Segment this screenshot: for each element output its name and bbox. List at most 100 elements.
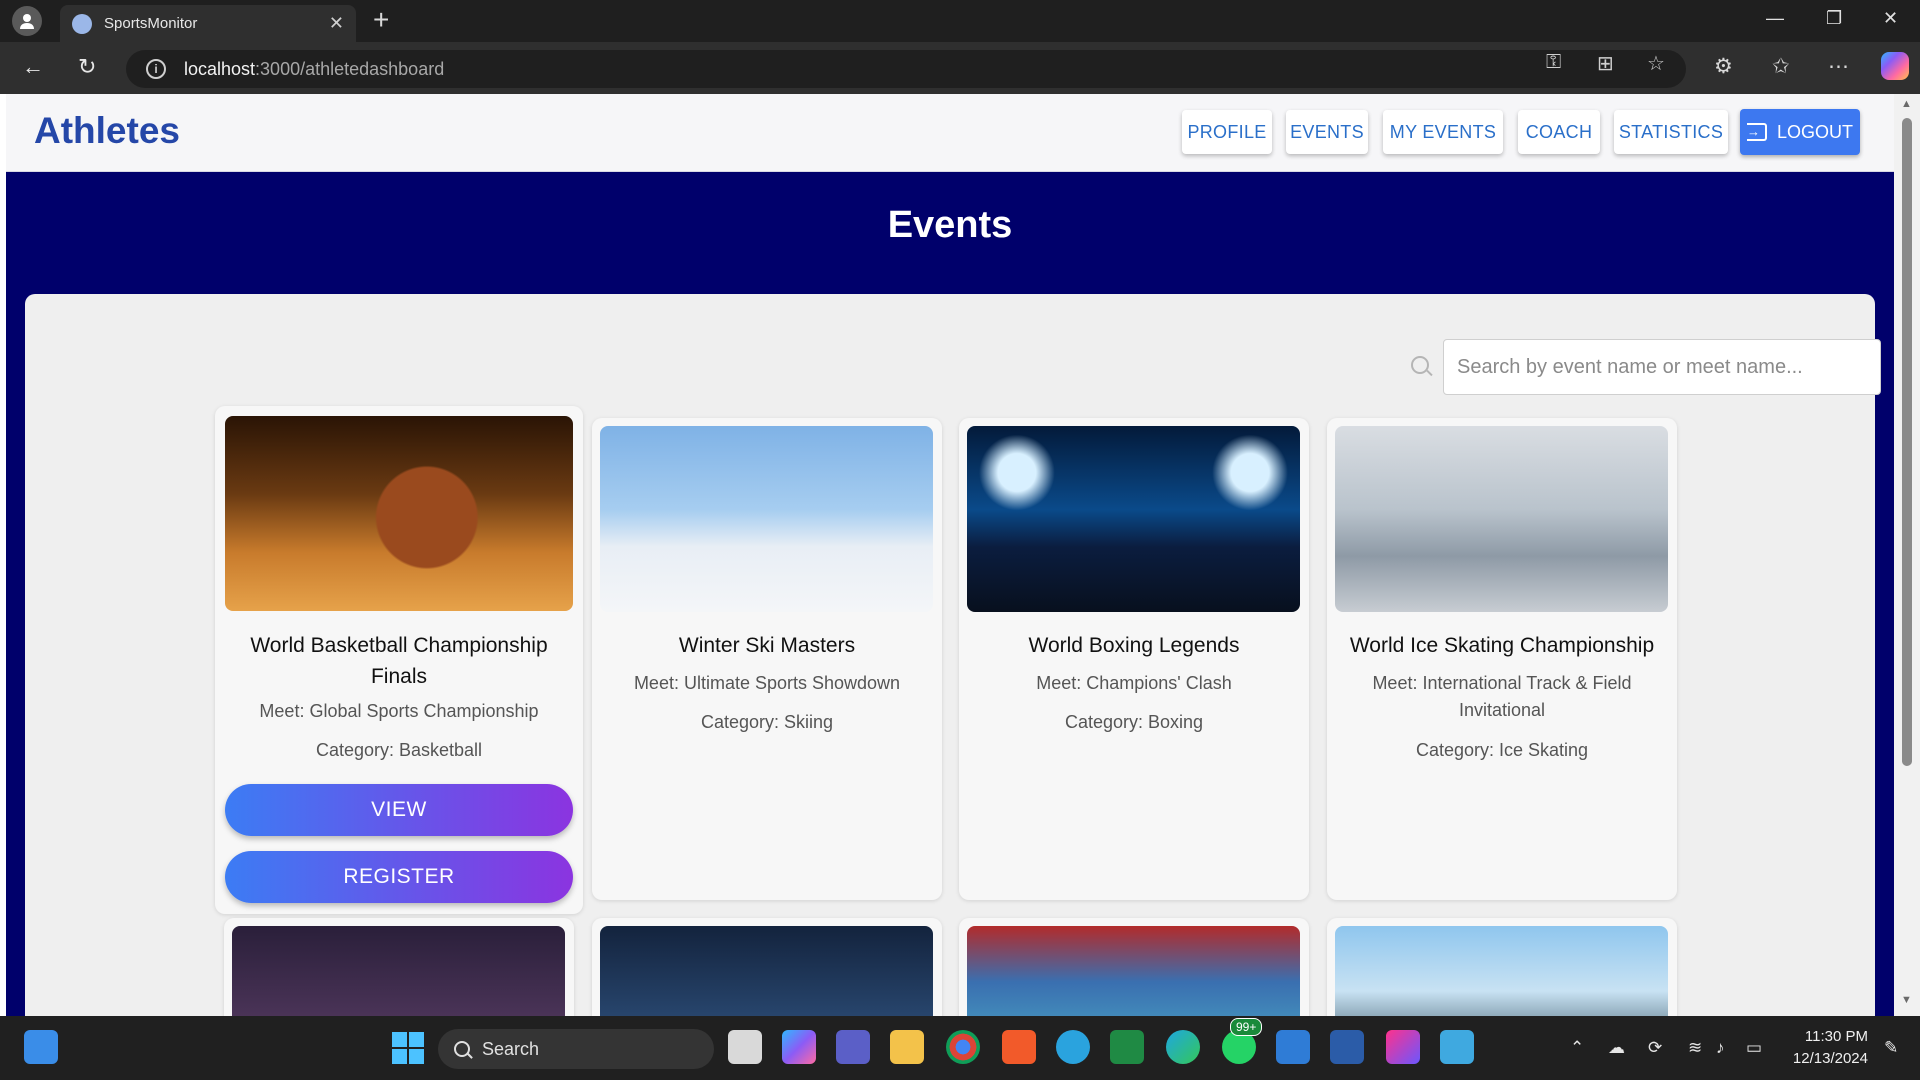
brand-title[interactable]: Athletes — [34, 110, 180, 152]
meet-icon[interactable] — [1110, 1030, 1144, 1064]
basketball-photo — [225, 416, 573, 611]
event-card[interactable]: World Boxing Legends Meet: Champions' Cl… — [959, 418, 1309, 900]
page-scrollbar[interactable]: ▲ ▼ — [1894, 94, 1920, 1016]
start-icon[interactable] — [392, 1032, 424, 1064]
register-button[interactable]: REGISTER — [225, 851, 573, 903]
url-host: localhost — [184, 58, 256, 79]
scroll-down-icon[interactable]: ▼ — [1901, 994, 1912, 1006]
event-category: Category: Boxing — [1064, 712, 1204, 732]
logout-label: LOGOUT — [1776, 121, 1853, 142]
event-meet: Meet: Global Sports Championship — [259, 701, 539, 721]
event-card[interactable]: Winter Ski Masters Meet: Ultimate Sports… — [592, 418, 942, 900]
nav-profile[interactable]: PROFILE — [1182, 110, 1272, 154]
minimize-icon[interactable]: — — [1766, 8, 1784, 29]
taskbar-search[interactable]: Search — [438, 1029, 714, 1069]
vscode-icon[interactable] — [1276, 1030, 1310, 1064]
event-title: World Ice Skating Championship — [1349, 634, 1655, 657]
event-card[interactable] — [1327, 918, 1677, 1016]
page-viewport: Athletes PROFILE EVENTS MY EVENTS COACH … — [6, 94, 1894, 1016]
onedrive-icon[interactable]: ☁ — [1608, 1038, 1625, 1058]
new-tab-icon[interactable]: + — [373, 6, 389, 34]
ice-skates-photo — [1335, 426, 1668, 612]
battery-icon[interactable]: ▭ — [1746, 1038, 1762, 1058]
file-explorer-icon[interactable] — [890, 1030, 924, 1064]
search-icon — [1411, 356, 1429, 374]
taskbar-search-label: Search — [482, 1038, 540, 1059]
password-key-icon[interactable]: ⚿ — [1546, 51, 1561, 74]
tray-overflow-icon[interactable]: ⌃ — [1570, 1038, 1584, 1058]
ski-jump-photo — [600, 426, 933, 612]
notepad-icon[interactable] — [1440, 1030, 1474, 1064]
event-title: World Boxing Legends — [1028, 634, 1240, 657]
back-icon[interactable]: ← — [22, 54, 44, 80]
nav-events[interactable]: EVENTS — [1286, 110, 1368, 154]
intellij-icon[interactable] — [1386, 1030, 1420, 1064]
address-bar[interactable]: i localhost:3000/athletedashboard — [126, 50, 1686, 88]
event-meet: Meet: Ultimate Sports Showdown — [633, 673, 901, 693]
browser-tab-bar: SportsMonitor ✕ + — ❐ ✕ — [0, 0, 1920, 42]
event-card[interactable]: World Basketball Championship Finals Mee… — [215, 406, 583, 914]
app-install-icon[interactable]: ⊞ — [1597, 51, 1614, 76]
extensions-icon[interactable]: ⚙ — [1714, 54, 1733, 79]
copilot-app-icon[interactable] — [782, 1030, 816, 1064]
app-header: Athletes PROFILE EVENTS MY EVENTS COACH … — [6, 94, 1894, 172]
brave-icon[interactable] — [1002, 1030, 1036, 1064]
arena-photo — [1335, 926, 1668, 1016]
task-view-icon[interactable] — [728, 1030, 762, 1064]
scroll-thumb[interactable] — [1902, 118, 1912, 766]
whatsapp-badge: 99+ — [1230, 1018, 1263, 1036]
edge-icon[interactable] — [1166, 1030, 1200, 1064]
sync-icon[interactable]: ⟳ — [1648, 1038, 1662, 1058]
logout-button[interactable]: → LOGOUT — [1740, 109, 1860, 155]
swimming-pool-photo — [967, 926, 1300, 1016]
favorites-icon[interactable]: ✩ — [1772, 54, 1790, 79]
event-meet: Meet: International Track & Field Invita… — [1372, 673, 1632, 720]
browser-tab[interactable]: SportsMonitor ✕ — [60, 5, 356, 42]
word-icon[interactable] — [1330, 1030, 1364, 1064]
view-button[interactable]: VIEW — [225, 784, 573, 836]
clock-date[interactable]: 12/13/2024 — [1770, 1050, 1868, 1067]
event-card[interactable] — [224, 918, 574, 1016]
telegram-icon[interactable] — [1056, 1030, 1090, 1064]
os-taskbar: Search 99+ ⌃ ☁ ⟳ ≋ ♪ ▭ 11:30 PM 12/13/20… — [0, 1016, 1920, 1080]
site-favicon-icon — [72, 13, 92, 34]
page-title: Events — [887, 204, 1013, 246]
event-category: Category: Skiing — [700, 712, 834, 732]
browser-toolbar: ← ↻ i localhost:3000/athletedashboard ⚿ … — [0, 42, 1920, 94]
event-title: Winter Ski Masters — [678, 634, 856, 657]
clock-time[interactable]: 11:30 PM — [1780, 1028, 1868, 1045]
nav-statistics[interactable]: STATISTICS — [1614, 110, 1728, 154]
stadium-photo — [232, 926, 565, 1016]
scroll-up-icon[interactable]: ▲ — [1901, 98, 1912, 110]
event-meet: Meet: Champions' Clash — [1036, 673, 1232, 693]
chrome-icon[interactable] — [946, 1030, 980, 1064]
browser-profile-icon[interactable] — [12, 6, 42, 36]
notifications-icon[interactable]: ✎ — [1884, 1038, 1898, 1058]
window-close-icon[interactable]: ✕ — [1883, 8, 1898, 29]
teams-icon[interactable] — [836, 1030, 870, 1064]
event-card[interactable] — [592, 918, 942, 1016]
copilot-icon[interactable] — [1881, 52, 1909, 80]
wifi-icon[interactable]: ≋ — [1688, 1038, 1702, 1058]
more-menu-icon[interactable]: ⋯ — [1828, 54, 1849, 79]
boxing-ring-photo — [967, 426, 1300, 612]
taskbar-search-icon — [454, 1041, 470, 1057]
event-card[interactable] — [959, 918, 1309, 1016]
tab-close-icon[interactable]: ✕ — [329, 13, 344, 34]
search-input[interactable] — [1443, 339, 1881, 395]
soccer-photo — [600, 926, 933, 1016]
url-path: :3000/athletedashboard — [255, 58, 445, 79]
nav-coach[interactable]: COACH — [1518, 110, 1600, 154]
favorite-star-icon[interactable]: ☆ — [1647, 51, 1665, 76]
site-info-icon[interactable]: i — [146, 59, 166, 79]
nav-my-events[interactable]: MY EVENTS — [1383, 110, 1503, 154]
restore-icon[interactable]: ❐ — [1826, 8, 1842, 29]
event-card[interactable]: World Ice Skating Championship Meet: Int… — [1327, 418, 1677, 900]
logout-icon: → — [1746, 123, 1767, 141]
event-category: Category: Ice Skating — [1415, 740, 1589, 760]
reload-icon[interactable]: ↻ — [78, 54, 96, 80]
widgets-icon[interactable] — [24, 1030, 58, 1064]
events-panel: World Basketball Championship Finals Mee… — [25, 294, 1881, 1016]
tab-title: SportsMonitor — [104, 15, 198, 32]
volume-icon[interactable]: ♪ — [1716, 1038, 1725, 1058]
